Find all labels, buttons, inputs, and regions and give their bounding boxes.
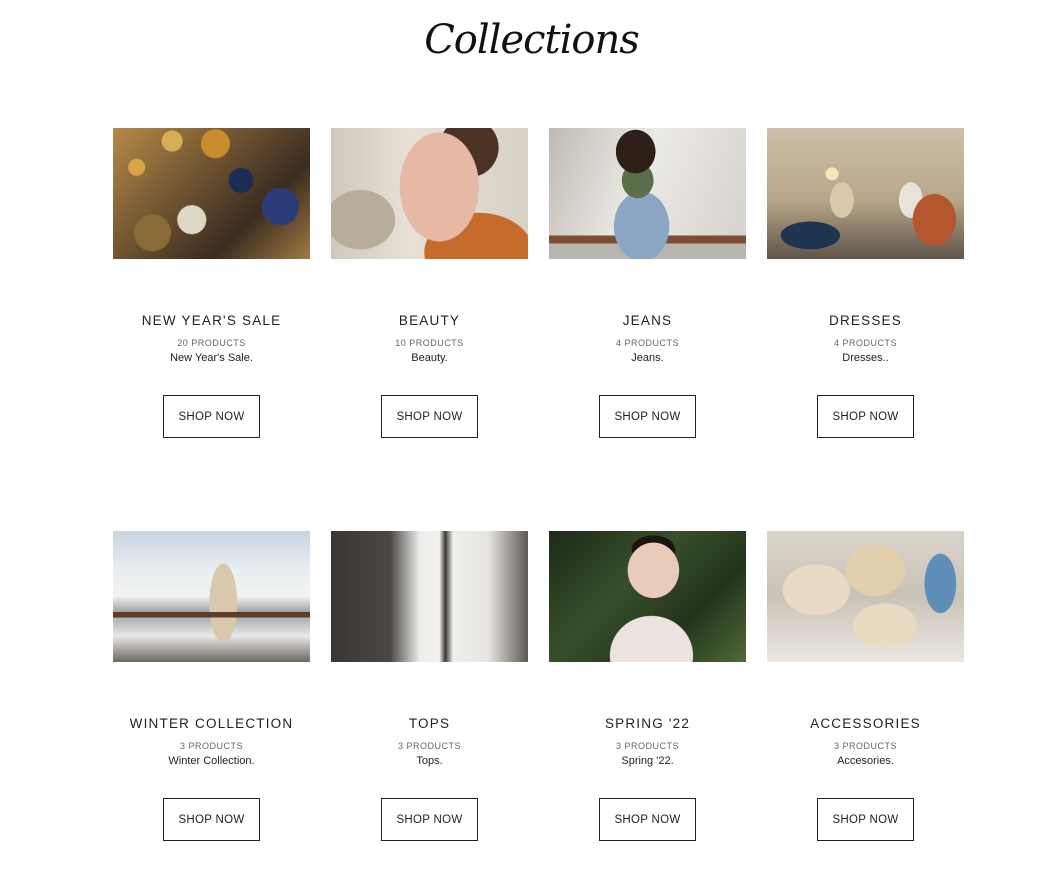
collection-description: Tops. [416,755,443,767]
collection-description: Accesories. [837,755,894,767]
collection-product-count: 3 PRODUCTS [615,741,679,751]
collection-product-count: 20 PRODUCTS [177,338,246,348]
collection-description: New Year's Sale. [170,352,253,364]
shop-now-button[interactable]: SHOP NOW [817,395,914,438]
collection-title[interactable]: BEAUTY [399,313,460,329]
shop-now-button[interactable]: SHOP NOW [817,798,914,841]
collections-row: WINTER COLLECTION 3 PRODUCTS Winter Coll… [113,531,966,845]
shop-now-button[interactable]: SHOP NOW [163,798,260,841]
collection-image[interactable] [767,128,964,259]
collection-image[interactable] [767,531,964,662]
shop-now-button[interactable]: SHOP NOW [381,798,478,841]
collection-title[interactable]: NEW YEAR'S SALE [142,313,282,329]
collection-description: Beauty. [411,352,448,364]
collection-title[interactable]: WINTER COLLECTION [130,716,294,732]
collection-description: Jeans. [631,352,664,364]
collections-page: Collections NEW YEAR'S SALE 20 PRODUCTS … [0,0,1063,876]
collection-title[interactable]: ACCESSORIES [810,716,921,732]
shop-now-button[interactable]: SHOP NOW [381,395,478,438]
collection-title[interactable]: SPRING '22 [605,716,690,732]
collection-product-count: 3 PRODUCTS [397,741,461,751]
page-title: Collections [424,17,640,63]
collections-grid: NEW YEAR'S SALE 20 PRODUCTS New Year's S… [113,128,966,845]
collection-card-beauty: BEAUTY 10 PRODUCTS Beauty. SHOP NOW [331,128,528,442]
collection-card-accessories: ACCESSORIES 3 PRODUCTS Accesories. SHOP … [767,531,964,845]
shop-now-button[interactable]: SHOP NOW [599,395,696,438]
shop-now-button[interactable]: SHOP NOW [163,395,260,438]
collection-image[interactable] [331,531,528,662]
shop-now-button[interactable]: SHOP NOW [599,798,696,841]
collection-image[interactable] [549,128,746,259]
collection-image[interactable] [331,128,528,259]
collection-card-jeans: JEANS 4 PRODUCTS Jeans. SHOP NOW [549,128,746,442]
collection-title[interactable]: TOPS [409,716,450,732]
collections-row: NEW YEAR'S SALE 20 PRODUCTS New Year's S… [113,128,966,442]
collection-image[interactable] [549,531,746,662]
collection-product-count: 4 PRODUCTS [833,338,897,348]
collection-description: Dresses.. [842,352,889,364]
collection-product-count: 4 PRODUCTS [615,338,679,348]
collection-card-tops: TOPS 3 PRODUCTS Tops. SHOP NOW [331,531,528,845]
collection-description: Spring '22. [621,755,674,767]
collection-description: Winter Collection. [168,755,255,767]
collection-title[interactable]: JEANS [623,313,673,329]
collection-title[interactable]: DRESSES [829,313,902,329]
collection-image[interactable] [113,531,310,662]
collection-product-count: 3 PRODUCTS [833,741,897,751]
collection-card-dresses: DRESSES 4 PRODUCTS Dresses.. SHOP NOW [767,128,964,442]
collection-card-winter-collection: WINTER COLLECTION 3 PRODUCTS Winter Coll… [113,531,310,845]
collection-image[interactable] [113,128,310,259]
collection-card-new-years-sale: NEW YEAR'S SALE 20 PRODUCTS New Year's S… [113,128,310,442]
collection-card-spring-22: SPRING '22 3 PRODUCTS Spring '22. SHOP N… [549,531,746,845]
collection-product-count: 3 PRODUCTS [179,741,243,751]
collection-product-count: 10 PRODUCTS [395,338,464,348]
